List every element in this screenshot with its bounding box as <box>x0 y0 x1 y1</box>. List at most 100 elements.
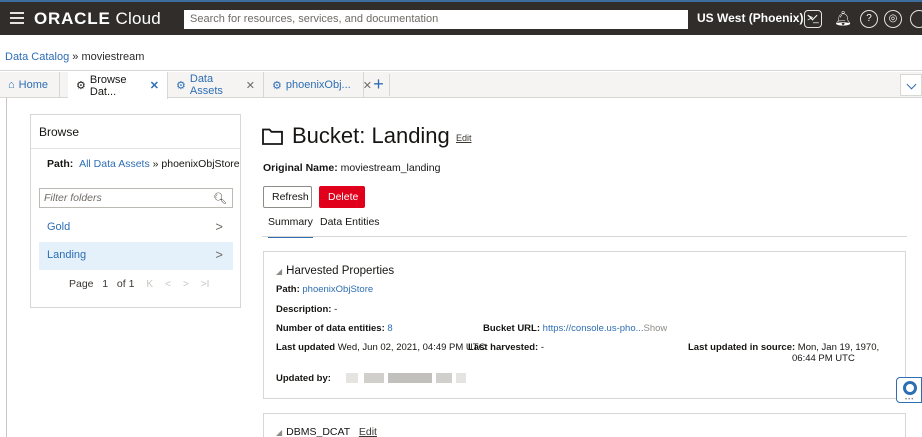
help-lifebuoy-icon[interactable]: ••• <box>896 377 922 403</box>
prop-updated-by: Updated by: <box>276 373 466 384</box>
prop-last-updated-source: Last updated in source: Mon, Jan 19, 197… <box>688 342 879 353</box>
redacted-value <box>363 373 384 384</box>
prop-last-harvested: Last harvested: - <box>468 342 544 353</box>
catalog-icon: ⚙ <box>272 79 282 92</box>
tab-data-assets[interactable]: ⚙ Data Assets ✕ <box>168 72 264 98</box>
language-globe-icon[interactable]: ◎ <box>884 10 902 28</box>
delete-button[interactable]: Delete <box>319 186 365 208</box>
path-separator: » <box>149 158 162 170</box>
refresh-button[interactable]: Refresh <box>263 186 312 208</box>
chevron-right-icon: > <box>215 247 223 262</box>
tab-label: Home <box>18 79 48 91</box>
prop-value: Wed, Jun 02, 2021, 04:49 PM UTC <box>337 342 486 353</box>
path-current: phoenixObjStore <box>161 158 240 170</box>
last-page-icon[interactable]: >I <box>201 279 210 290</box>
prop-label: Updated by: <box>276 373 331 384</box>
add-tab-button[interactable]: + <box>368 74 390 96</box>
prop-label: Last harvested: <box>468 342 539 353</box>
tab-label: phoenixObj... <box>285 79 351 91</box>
next-page-icon[interactable]: > <box>183 279 189 290</box>
close-tab-icon[interactable]: ✕ <box>150 79 159 92</box>
catalog-icon: ⚙ <box>76 80 86 92</box>
folder-icon <box>262 128 283 145</box>
menu-icon[interactable] <box>10 12 24 24</box>
path-label: Path: <box>47 158 74 170</box>
prop-bucket-url: Bucket URL: https://console.us-pho...Sho… <box>483 323 667 334</box>
redacted-value <box>387 373 432 384</box>
tab-summary[interactable]: Summary <box>268 216 313 238</box>
prop-label: Bucket URL: <box>483 323 541 334</box>
pagination: Page 1 of 1 K < > >I <box>69 278 209 290</box>
section-title: Harvested Properties <box>286 265 395 277</box>
page-number[interactable]: 1 <box>102 278 108 290</box>
notifications-bell-icon[interactable]: 🔔︎ <box>834 10 852 28</box>
breadcrumb-separator: » <box>69 51 82 63</box>
entities-count-link[interactable]: 8 <box>387 323 392 334</box>
tab-label: Data Assets <box>189 73 223 97</box>
prop-value: Mon, Jan 19, 1970, <box>797 342 880 353</box>
region-selector[interactable]: US West (Phoenix) <box>697 10 818 25</box>
prop-path: Path: phoenixObjStore <box>276 284 373 295</box>
console-header: ORACLE Cloud Search for resources, servi… <box>0 2 922 35</box>
bucket-url-link[interactable]: https://console.us-pho... <box>543 323 644 334</box>
oracle-cloud-logo[interactable]: ORACLE Cloud <box>34 9 161 29</box>
show-link[interactable]: Show <box>644 323 668 334</box>
folder-label: Gold <box>47 221 71 233</box>
prop-label: Number of data entities: <box>276 323 385 334</box>
breadcrumb: Data Catalog » moviestream <box>0 51 922 71</box>
prop-last-updated-source-time: 06:44 PM UTC <box>792 353 855 364</box>
browse-panel: Browse Path: All Data Assets » phoenixOb… <box>30 114 241 308</box>
page-title: Bucket: Landing <box>292 123 450 148</box>
filter-placeholder: Filter folders <box>44 192 102 204</box>
home-icon: ⌂ <box>8 79 15 91</box>
previous-page-icon[interactable]: < <box>165 279 171 290</box>
tab-browse-data[interactable]: ⚙ Browse Dat... ✕ <box>68 72 168 99</box>
divider <box>31 148 240 149</box>
dbms-dcat-card: ◢ DBMS_DCAT Edit <box>263 413 906 437</box>
original-name-label: Original Name: <box>263 162 338 174</box>
header-spacer <box>0 35 922 51</box>
search-input[interactable]: Search for resources, services, and docu… <box>184 10 688 29</box>
dbms-dcat-header[interactable]: ◢ DBMS_DCAT Edit <box>276 426 377 437</box>
prop-label: Path: <box>276 284 300 295</box>
tab-home[interactable]: ⌂ Home <box>0 72 60 98</box>
help-icon[interactable]: ? <box>860 10 878 28</box>
original-name-value: moviestream_landing <box>340 162 441 174</box>
tab-overflow-chevron-icon[interactable] <box>900 74 922 96</box>
prop-value: - <box>334 304 338 315</box>
folder-item-gold[interactable]: Gold > <box>39 214 233 242</box>
cloud-shell-icon[interactable]: >_ <box>804 10 822 28</box>
harvested-properties-header[interactable]: ◢ Harvested Properties <box>276 265 394 277</box>
prop-label: Last updated <box>276 342 336 353</box>
breadcrumb-current: moviestream <box>81 51 145 63</box>
path-all-data-assets-link[interactable]: All Data Assets <box>79 158 150 170</box>
page-count: of 1 <box>116 278 135 290</box>
page-label: Page <box>69 278 94 290</box>
redacted-value <box>345 373 358 384</box>
lifebuoy-ring <box>903 381 917 395</box>
breadcrumb-data-catalog[interactable]: Data Catalog <box>5 51 69 63</box>
profile-icon[interactable] <box>910 10 922 28</box>
drag-handle-icon[interactable]: ••• <box>905 397 915 403</box>
prop-value: 06:44 PM UTC <box>792 353 855 364</box>
tab-phoenix-obj-store[interactable]: ⚙ phoenixObj... ✕ <box>264 72 372 98</box>
collapse-triangle-icon[interactable]: ◢ <box>276 267 282 276</box>
browse-path: Path: All Data Assets » phoenixObjStore <box>47 158 240 170</box>
filter-folders-input[interactable]: Filter folders 🔍︎ <box>39 188 233 208</box>
collapse-triangle-icon[interactable]: ◢ <box>276 428 282 437</box>
path-link[interactable]: phoenixObjStore <box>302 284 373 295</box>
prop-label: Description: <box>276 304 332 315</box>
edit-dbms-link[interactable]: Edit <box>359 426 377 437</box>
prop-last-updated: Last updated Wed, Jun 02, 2021, 04:49 PM… <box>276 342 485 353</box>
folder-label: Landing <box>47 249 87 261</box>
search-icon[interactable]: 🔍︎ <box>213 192 227 205</box>
folder-item-landing[interactable]: Landing > <box>39 242 233 270</box>
redacted-value <box>455 373 466 384</box>
chevron-right-icon: > <box>215 219 223 234</box>
tab-data-entities[interactable]: Data Entities <box>320 216 380 236</box>
left-border <box>6 98 7 437</box>
first-page-icon[interactable]: K <box>146 279 153 290</box>
prop-label: Last updated in source: <box>688 342 796 353</box>
close-tab-icon[interactable]: ✕ <box>246 79 255 92</box>
edit-title-link[interactable]: Edit <box>456 133 472 143</box>
